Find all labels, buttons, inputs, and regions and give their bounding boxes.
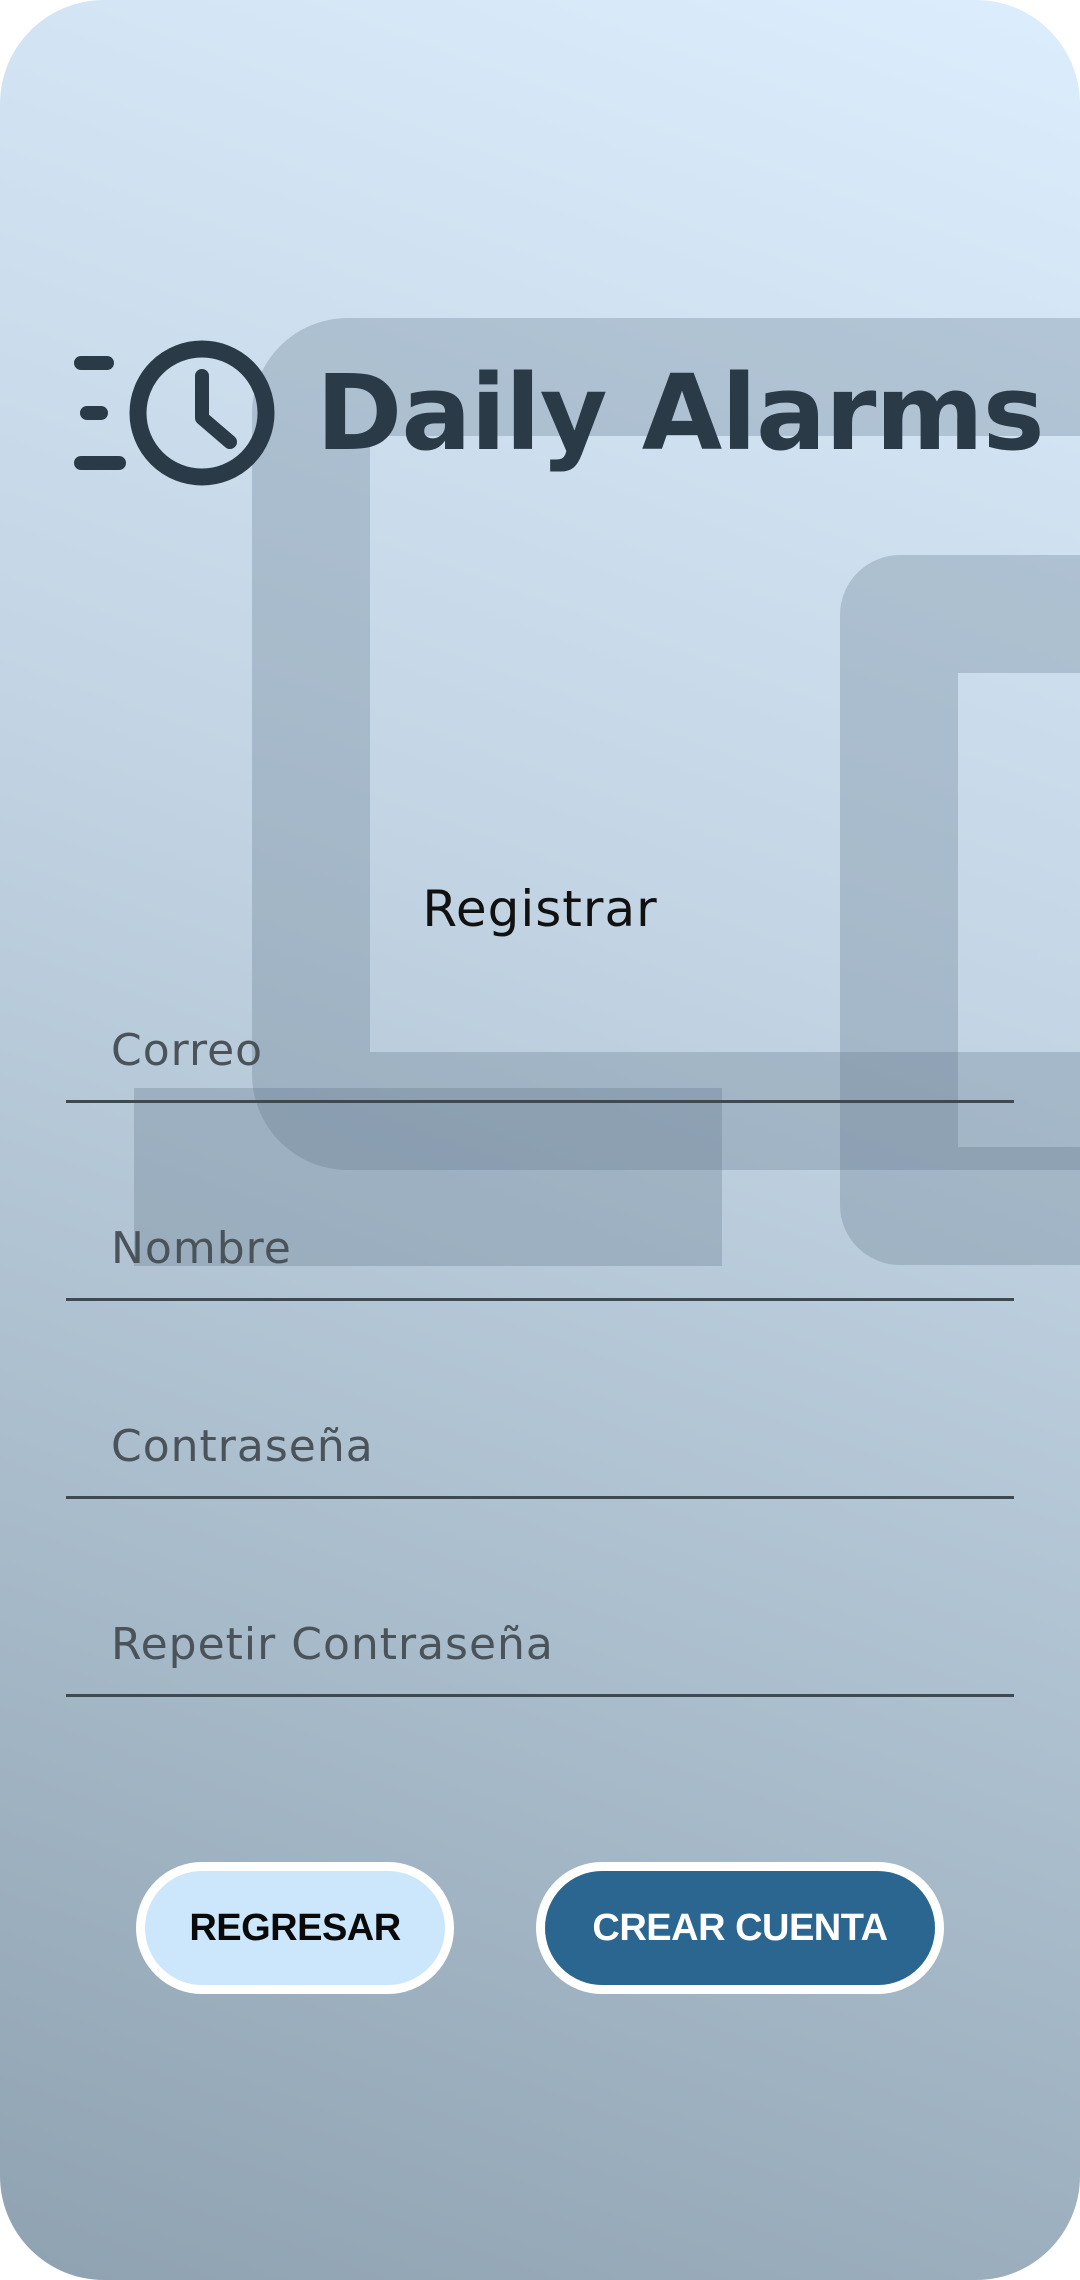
clock-fast-icon: [74, 340, 275, 486]
email-input[interactable]: [111, 1010, 991, 1090]
app-name: Daily Alarms: [316, 352, 1045, 474]
form-title: Registrar: [422, 880, 658, 938]
app-logo: Daily Alarms: [74, 338, 1045, 488]
email-field: [66, 993, 1014, 1103]
register-screen: Daily Alarms Registrar REGRESAR CREAR CU…: [0, 0, 1080, 2280]
back-button[interactable]: REGRESAR: [136, 1862, 454, 1994]
name-field: [66, 1191, 1014, 1301]
repeat-password-input[interactable]: [111, 1604, 991, 1684]
repeat-password-field: [66, 1587, 1014, 1697]
password-input[interactable]: [111, 1406, 991, 1486]
password-field: [66, 1389, 1014, 1499]
create-account-button[interactable]: CREAR CUENTA: [536, 1862, 944, 1994]
name-input[interactable]: [111, 1208, 991, 1288]
